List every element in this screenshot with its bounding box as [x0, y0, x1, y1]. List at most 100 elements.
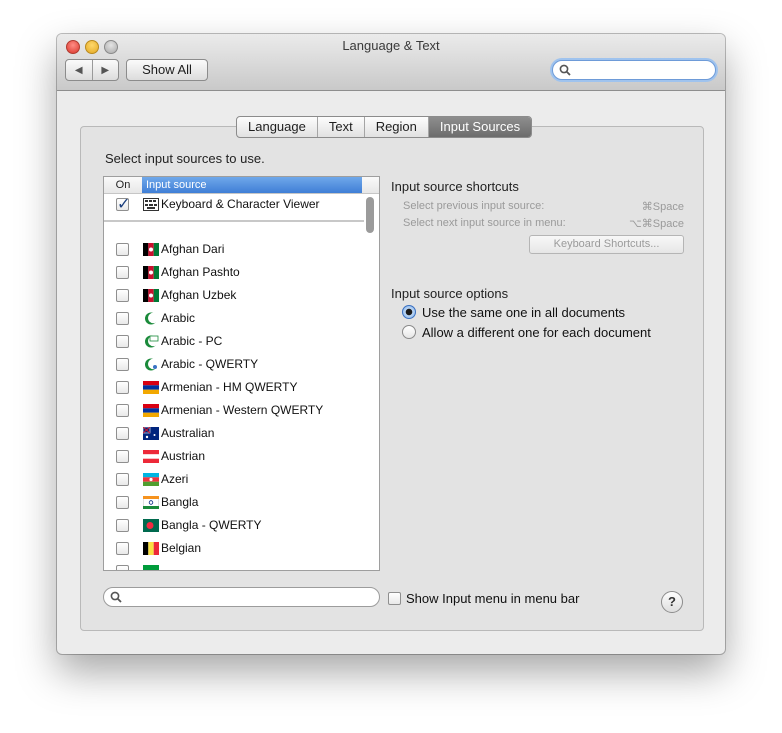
list-item-label: Arabic - PC	[161, 334, 223, 348]
enable-checkbox[interactable]	[116, 542, 129, 555]
same-input-radio[interactable]	[402, 305, 416, 319]
list-item[interactable]: Bangla - QWERTY	[104, 515, 364, 538]
enable-checkbox[interactable]	[116, 565, 129, 570]
list-item[interactable]: Bangla	[104, 492, 364, 515]
back-button[interactable]: ◀	[66, 60, 92, 80]
afghanistan-flag-icon	[143, 243, 159, 256]
list-item[interactable]: Austrian	[104, 446, 364, 469]
australia-flag-icon	[143, 427, 159, 440]
enable-checkbox[interactable]	[116, 289, 129, 302]
list-item-label: Afghan Uzbek	[161, 288, 237, 302]
help-button[interactable]: ?	[661, 591, 683, 613]
title-bar: Language & Text ◀ ▶ Show All	[57, 34, 725, 91]
list-item-label: Austrian	[161, 449, 206, 463]
search-icon	[110, 591, 122, 603]
list-item-label: Keyboard & Character Viewer	[161, 197, 320, 211]
list-item-label: Arabic - QWERTY	[161, 357, 259, 371]
list-item[interactable]: Arabic - QWERTY	[104, 354, 364, 377]
list-divider	[104, 220, 364, 222]
brazil-flag-icon	[143, 565, 159, 570]
crescent-icon	[145, 358, 159, 371]
belgium-flag-icon	[143, 542, 159, 555]
enable-checkbox[interactable]	[116, 404, 129, 417]
enable-checkbox[interactable]	[116, 194, 130, 214]
input-source-search-input[interactable]	[103, 587, 380, 607]
preferences-window: Language & Text ◀ ▶ Show All Language Te…	[57, 34, 725, 654]
tab-input-sources[interactable]: Input Sources	[427, 117, 532, 137]
enable-checkbox[interactable]	[116, 381, 129, 394]
options-heading: Input source options	[391, 286, 509, 301]
tab-region[interactable]: Region	[363, 117, 428, 137]
keyboard-shortcuts-button[interactable]: Keyboard Shortcuts...	[529, 235, 684, 254]
enable-checkbox[interactable]	[116, 427, 129, 440]
same-input-label: Use the same one in all documents	[422, 305, 626, 320]
enable-checkbox[interactable]	[116, 335, 129, 348]
azerbaijan-flag-icon	[143, 473, 159, 486]
enable-checkbox[interactable]	[116, 358, 129, 371]
bangladesh-flag-icon	[143, 519, 159, 532]
list-item[interactable]: Arabic - PC	[104, 331, 364, 354]
preferences-search-input[interactable]	[552, 60, 716, 80]
list-item[interactable]: Australian	[104, 423, 364, 446]
tab-bar: Language Text Region Input Sources	[236, 116, 533, 138]
previous-source-shortcut: ⌘Space	[641, 201, 684, 213]
list-item-label: Afghan Pashto	[161, 265, 240, 279]
tab-language[interactable]: Language	[237, 117, 317, 137]
afghanistan-flag-icon	[143, 266, 159, 279]
list-item[interactable]: Afghan Pashto	[104, 262, 364, 285]
austria-flag-icon	[143, 450, 159, 463]
armenia-flag-icon	[143, 381, 159, 394]
list-item-label: Armenian - HM QWERTY	[161, 380, 298, 394]
enable-checkbox[interactable]	[116, 450, 129, 463]
different-input-radio[interactable]	[402, 325, 416, 339]
search-icon	[559, 64, 571, 76]
list-item-partial[interactable]	[104, 561, 364, 570]
list-item-label: Armenian - Western QWERTY	[161, 403, 324, 417]
enable-checkbox[interactable]	[116, 519, 129, 532]
list-item[interactable]: Belgian	[104, 538, 364, 561]
list-item[interactable]: Afghan Uzbek	[104, 285, 364, 308]
different-input-label: Allow a different one for each document	[422, 325, 651, 340]
back-forward-group: ◀ ▶	[65, 59, 119, 81]
list-item-label: Azeri	[161, 472, 189, 486]
list-item[interactable]: Armenian - Western QWERTY	[104, 400, 364, 423]
list-item[interactable]: Arabic	[104, 308, 364, 331]
list-item[interactable]: Afghan Dari	[104, 239, 364, 262]
instruction-text: Select input sources to use.	[105, 151, 265, 166]
list-header: On Input source	[104, 177, 379, 194]
enable-checkbox[interactable]	[116, 243, 129, 256]
crescent-icon	[145, 335, 159, 348]
enable-checkbox[interactable]	[116, 496, 129, 509]
enable-checkbox[interactable]	[116, 312, 129, 325]
previous-source-label: Select previous input source:	[403, 200, 545, 212]
armenia-flag-icon	[143, 404, 159, 417]
list-item-label: Belgian	[161, 541, 202, 555]
window-title: Language & Text	[342, 38, 440, 53]
list-item-label: Arabic	[161, 311, 196, 325]
next-source-label: Select next input source in menu:	[403, 217, 566, 229]
input-source-list[interactable]: On Input source Keyboard & Character Vie…	[103, 176, 380, 571]
show-all-button[interactable]: Show All	[126, 59, 208, 81]
bangla-script-icon	[143, 496, 159, 509]
list-item-label: Australian	[161, 426, 215, 440]
forward-button[interactable]: ▶	[91, 60, 119, 80]
show-input-menu-checkbox[interactable]	[388, 592, 401, 605]
tab-text[interactable]: Text	[316, 117, 364, 137]
show-input-menu-label: Show Input menu in menu bar	[406, 591, 580, 606]
crescent-icon	[145, 312, 159, 325]
list-item[interactable]: Armenian - HM QWERTY	[104, 377, 364, 400]
list-scrollbar-thumb[interactable]	[366, 197, 374, 233]
list-item-label: Bangla - QWERTY	[161, 518, 262, 532]
list-item-label: Bangla	[161, 495, 199, 509]
enable-checkbox[interactable]	[116, 266, 129, 279]
column-header-on[interactable]: On	[104, 177, 143, 193]
list-item[interactable]: Azeri	[104, 469, 364, 492]
keyboard-viewer-icon	[143, 198, 159, 211]
list-item-pinned[interactable]: Keyboard & Character Viewer	[104, 194, 364, 217]
shortcuts-heading: Input source shortcuts	[391, 179, 519, 194]
list-item-label: Afghan Dari	[161, 242, 225, 256]
afghanistan-flag-icon	[143, 289, 159, 302]
column-header-input-source[interactable]: Input source	[142, 177, 362, 193]
next-source-shortcut: ⌥⌘Space	[629, 218, 684, 230]
enable-checkbox[interactable]	[116, 473, 129, 486]
